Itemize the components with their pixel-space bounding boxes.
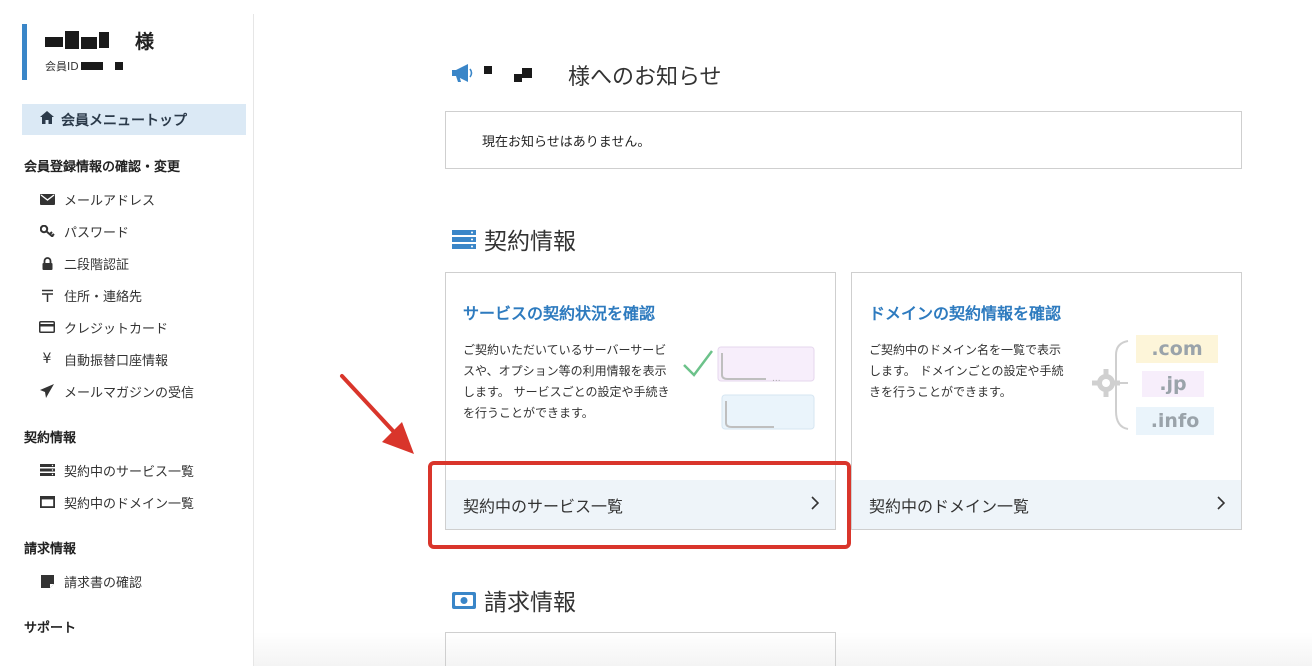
redacted-name [81,37,97,49]
chevron-right-icon [1217,495,1226,514]
sidebar-item-label: パスワード [64,225,130,241]
sidebar-item-bank-transfer[interactable]: ¥ 自動振替口座情報 [38,349,168,369]
sidebar-item-label: 契約中のドメイン一覧 [64,496,195,512]
credit-card-icon [38,321,56,333]
notice-text: 現在お知らせはありません。 [482,134,651,150]
sidebar-item-invoice[interactable]: 請求書の確認 [38,571,142,591]
card-title: サービスの契約状況を確認 [463,304,656,323]
annotation-arrow-icon [336,372,418,462]
redacted-name [514,68,534,82]
contract-section-label: 契約情報 [484,229,576,255]
megaphone-icon [452,63,474,87]
sidebar-section-billing: 請求情報 [24,542,77,557]
banknote-icon [452,591,476,609]
notice-box: 現在お知らせはありません。 [445,111,1242,169]
card-title: ドメインの契約情報を確認 [869,304,1062,323]
sidebar-item-label: 契約中のサービス一覧 [64,464,195,480]
redacted-name [65,31,79,49]
sidebar-item-member-top[interactable]: 会員メニュートップ [22,104,246,135]
tld-com: .com [1136,335,1218,363]
domain-tld-illustration: .com .jp .info [1092,331,1222,439]
user-info: 様 会員ID [22,24,242,80]
home-icon [40,111,54,128]
redacted-name [45,37,63,47]
redacted-id [80,62,103,70]
lock-icon [38,256,56,270]
redacted-id [114,62,123,70]
member-id-label: 会員ID [45,60,79,73]
notice-title-text: 様へのお知らせ [568,65,722,90]
yen-icon: ¥ [42,351,52,367]
domain-list-link[interactable]: 契約中のドメイン一覧 [852,480,1241,529]
card-description: ご契約いただいているサーバーサービスや、オプション等の利用情報を表示します。 サ… [463,343,670,420]
billing-section-label: 請求情報 [484,590,576,616]
postal-mark-icon [38,289,56,302]
domain-contract-card: ドメインの契約情報を確認 ご契約中のドメイン名を一覧で表示します。 ドメインごと… [851,272,1242,530]
sidebar-item-credit-card[interactable]: クレジットカード [38,317,168,337]
window-icon [38,496,56,508]
sidebar-item-label: メールマガジンの受信 [64,385,195,401]
card-link-label: 契約中のドメイン一覧 [869,496,1030,516]
user-honorific: 様 [135,30,155,53]
sidebar-item-password[interactable]: パスワード [38,221,129,241]
sidebar-item-address[interactable]: 住所・連絡先 [38,285,142,305]
sidebar: 様 会員ID 会員メニュートップ 会員登録情報の確認・変更 メールアドレス パス… [0,14,254,666]
invoice-icon [38,574,56,588]
tld-info: .info [1136,407,1214,435]
sidebar-item-label: 会員メニュートップ [61,112,187,129]
sidebar-item-services[interactable]: 契約中のサービス一覧 [38,460,194,480]
server-icon [38,464,56,476]
sidebar-item-email[interactable]: メールアドレス [38,189,155,209]
card-description: ご契約中のドメイン名を一覧で表示します。 ドメインごとの設定や手続きを行うことが… [869,343,1064,399]
redacted-name [484,66,492,74]
service-list-illustration: ... [682,343,816,437]
sidebar-section-account: 会員登録情報の確認・変更 [24,160,181,175]
sidebar-item-label: 住所・連絡先 [64,289,143,305]
sidebar-item-label: クレジットカード [64,321,169,337]
sidebar-item-label: 請求書の確認 [64,575,143,591]
billing-card [445,632,836,666]
envelope-icon [38,193,56,205]
sidebar-item-label: 二段階認証 [64,257,130,273]
annotation-highlight-box [428,461,851,549]
billing-section-title: 請求情報 [452,583,576,617]
sidebar-item-newsletter[interactable]: メールマガジンの受信 [38,381,194,401]
tld-jp: .jp [1142,371,1204,397]
key-icon [38,225,56,237]
sidebar-item-label: 自動振替口座情報 [64,353,169,369]
svg-text:...: ... [772,374,781,384]
sidebar-section-contract: 契約情報 [24,431,77,446]
member-id: 会員ID [45,58,242,74]
sidebar-item-label: メールアドレス [64,193,156,209]
notice-title: 様へのお知らせ [452,58,722,92]
server-icon [452,229,476,249]
user-name: 様 [45,24,242,56]
sidebar-item-domains[interactable]: 契約中のドメイン一覧 [38,492,194,512]
contract-section-title: 契約情報 [452,222,576,256]
sidebar-section-support: サポート [24,621,77,636]
paper-plane-icon [38,384,56,398]
redacted-name [99,32,109,48]
sidebar-item-two-factor[interactable]: 二段階認証 [38,253,129,273]
